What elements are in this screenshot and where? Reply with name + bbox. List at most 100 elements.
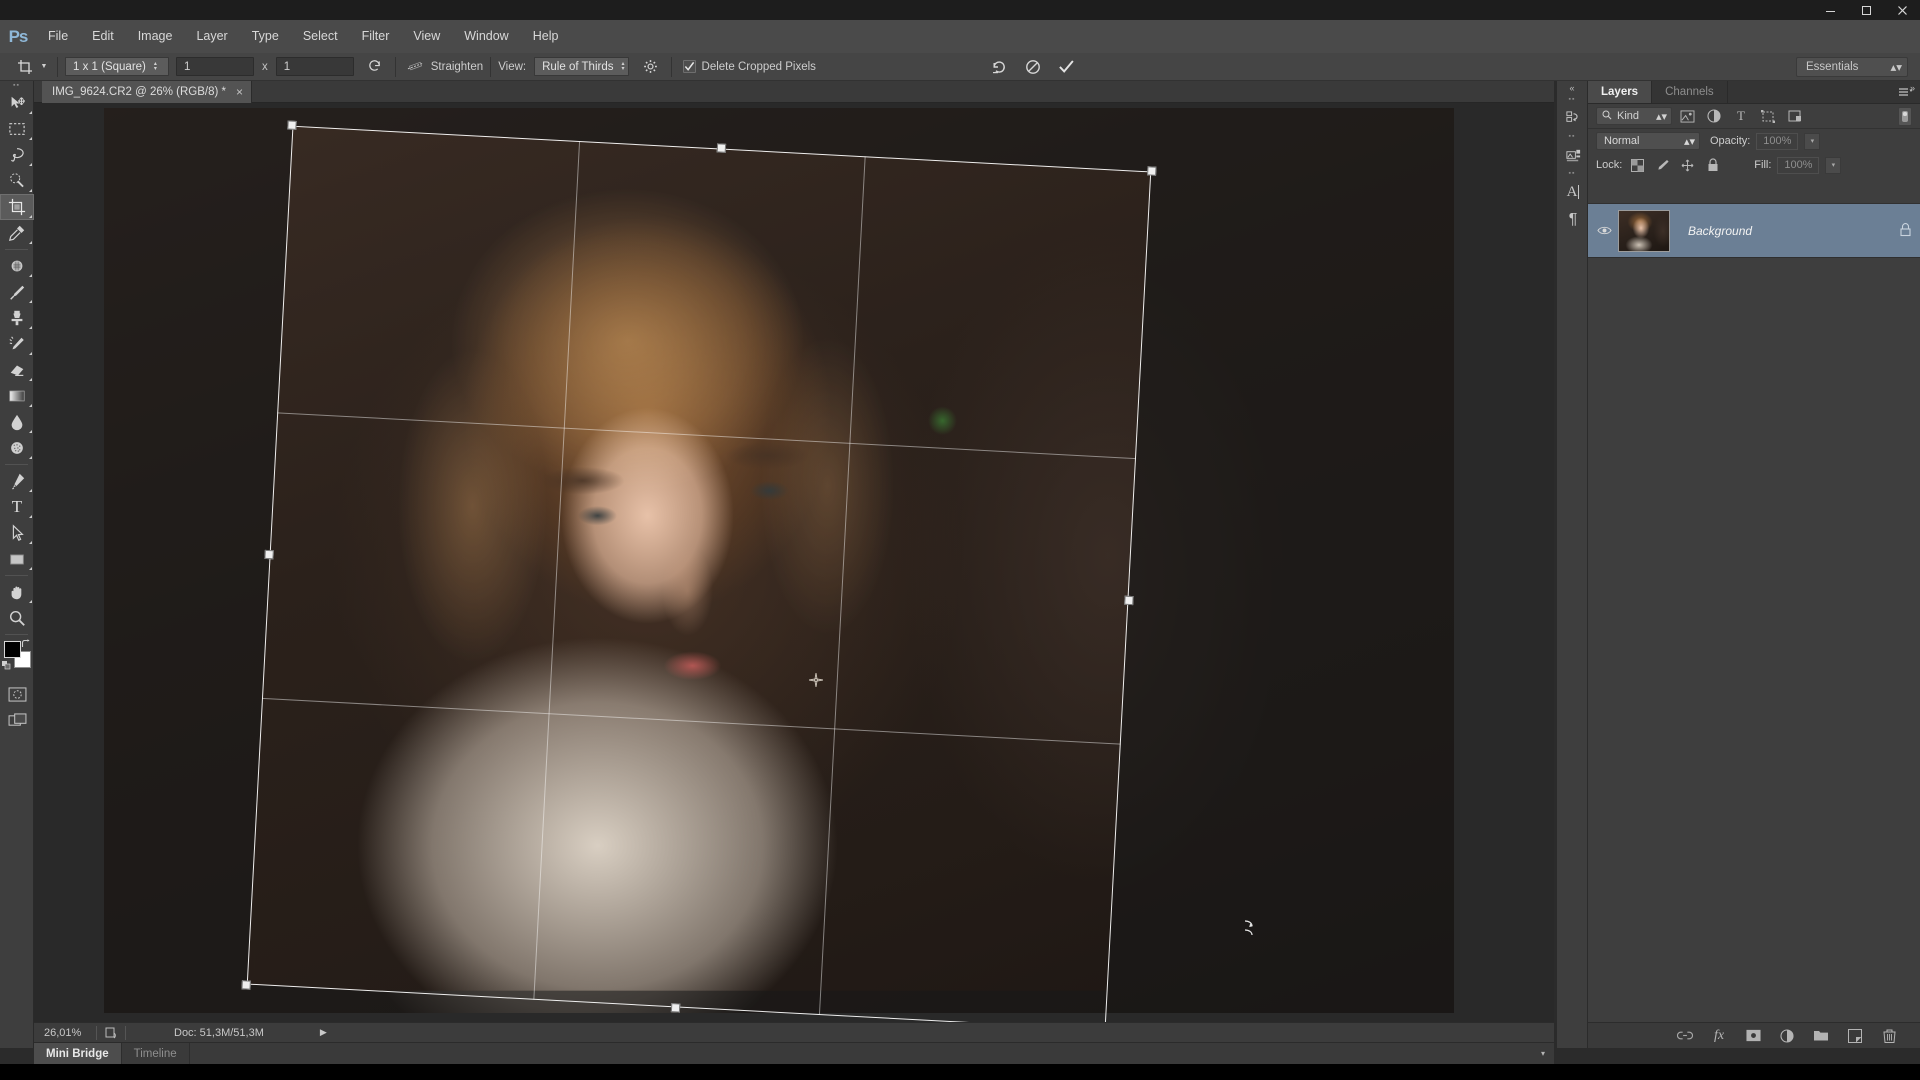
menu-type[interactable]: Type [240,20,291,53]
expand-dock-icon[interactable]: « [1557,81,1587,95]
gear-icon[interactable] [638,56,664,78]
crop-height-input[interactable]: 1 [275,57,354,76]
tool-clone-stamp[interactable] [0,305,34,331]
tool-spot-healing-brush[interactable] [0,253,34,279]
crop-handle-middle-left[interactable] [264,549,274,560]
fill-slider-chevron-down-icon[interactable]: ▾ [1825,156,1842,174]
commit-crop-button[interactable] [1054,56,1080,78]
crop-ratio-preset-select[interactable]: 1 x 1 (Square) ▴ ▾ [65,57,169,76]
crop-width-input[interactable]: 1 [176,57,254,76]
tool-lasso[interactable] [0,142,34,168]
tool-zoom[interactable] [0,605,34,631]
tab-mini-bridge[interactable]: Mini Bridge [34,1042,122,1065]
minimize-button[interactable] [1812,0,1848,20]
filter-pixel-icon[interactable] [1675,106,1699,126]
tool-move[interactable] [0,90,34,116]
menu-file[interactable]: File [36,20,80,53]
close-button[interactable] [1884,0,1920,20]
reset-crop-button[interactable] [986,56,1012,78]
tool-gradient[interactable] [0,383,34,409]
panel-menu-icon[interactable] [1899,87,1913,102]
crop-selection-box[interactable] [241,120,1157,1022]
straighten-label[interactable]: Straighten [431,61,483,73]
menu-view[interactable]: View [401,20,452,53]
layer-filter-kind-select[interactable]: Kind ▴▾ [1596,107,1672,125]
tool-type[interactable]: T [0,494,34,520]
document-preview-icon[interactable] [97,1027,125,1039]
tool-crop[interactable] [0,194,34,220]
swap-colors-icon[interactable] [21,639,31,649]
opacity-input[interactable]: 100% [1756,132,1799,150]
crop-overlay-select[interactable]: Rule of Thirds ▴ ▾ [534,57,629,76]
crop-handle-top-left[interactable] [287,120,297,130]
tool-dodge[interactable] [0,435,34,461]
layer-style-fx-icon[interactable]: fx [1710,1027,1728,1045]
character-panel-icon[interactable]: A [1557,178,1589,206]
menu-edit[interactable]: Edit [80,20,126,53]
quick-mask-toggle[interactable] [0,681,34,707]
filter-smart-object-icon[interactable] [1783,106,1807,126]
document-size-info[interactable]: Doc: 51,3M/51,3M [126,1027,264,1039]
tab-timeline[interactable]: Timeline [122,1042,190,1065]
lock-position-icon[interactable] [1678,156,1697,174]
tool-pen[interactable] [0,468,34,494]
filter-adjustment-icon[interactable] [1702,106,1726,126]
menu-help[interactable]: Help [521,20,571,53]
maximize-button[interactable] [1848,0,1884,20]
tab-channels[interactable]: Channels [1652,81,1728,103]
layer-name[interactable]: Background [1688,224,1752,238]
document-canvas[interactable] [104,108,1454,1022]
menu-select[interactable]: Select [291,20,350,53]
tool-path-selection[interactable] [0,520,34,546]
menu-layer[interactable]: Layer [184,20,239,53]
foreground-color-swatch[interactable] [4,641,21,658]
fill-input[interactable]: 100% [1777,156,1820,174]
delete-layer-icon[interactable] [1880,1027,1898,1045]
status-expand-icon[interactable]: ▶ [320,1027,327,1038]
panel-grip[interactable]: ▪▪ [1557,132,1587,141]
panel-grip[interactable]: ▪▪ [0,81,33,90]
filter-toggle-switch[interactable] [1898,106,1912,126]
tool-hand[interactable] [0,579,34,605]
crop-tool-icon[interactable] [12,56,38,78]
properties-panel-icon[interactable] [1557,141,1589,169]
rotation-center-icon[interactable] [808,672,824,688]
straighten-icon[interactable] [403,56,429,78]
new-adjustment-layer-icon[interactable] [1778,1027,1796,1045]
tool-blur[interactable] [0,409,34,435]
crop-handle-bottom-left[interactable] [241,980,251,990]
crop-handle-middle-right[interactable] [1124,595,1134,606]
new-group-icon[interactable] [1812,1027,1830,1045]
tool-brush[interactable] [0,279,34,305]
layer-list[interactable]: Background [1588,203,1920,1004]
link-layers-icon[interactable] [1676,1027,1694,1045]
reset-colors-icon[interactable] [2,661,11,670]
lock-image-pixels-icon[interactable] [1653,156,1672,174]
zoom-level-input[interactable]: 26,01% [34,1027,96,1039]
layer-visibility-eye-icon[interactable] [1592,225,1616,236]
new-layer-icon[interactable] [1846,1027,1864,1045]
add-layer-mask-icon[interactable] [1744,1027,1762,1045]
paragraph-panel-icon[interactable]: ¶ [1557,206,1589,234]
tool-rectangular-marquee[interactable] [0,116,34,142]
filter-type-icon[interactable]: T [1729,106,1753,126]
panel-grip[interactable]: ▪▪ [1557,169,1587,178]
layer-row-background[interactable]: Background [1588,204,1920,258]
screen-mode-button[interactable] [0,707,34,733]
tool-eyedropper[interactable] [0,220,34,246]
opacity-slider-chevron-down-icon[interactable]: ▾ [1804,132,1821,150]
tool-quick-selection[interactable] [0,168,34,194]
close-icon[interactable]: × [236,85,243,99]
menu-window[interactable]: Window [452,20,520,53]
cancel-crop-button[interactable] [1020,56,1046,78]
menu-image[interactable]: Image [126,20,185,53]
crop-handle-bottom-center[interactable] [670,1003,681,1013]
filter-shape-icon[interactable] [1756,106,1780,126]
panel-grip[interactable]: ▪▪ [1557,95,1587,104]
tab-layers[interactable]: Layers [1588,81,1653,103]
bottom-panel-chevron-down-icon[interactable]: ▾ [1541,1049,1554,1058]
tool-preset-chevron-down-icon[interactable]: ▼ [38,56,50,78]
lock-transparent-pixels-icon[interactable] [1628,156,1647,174]
crop-handle-top-right[interactable] [1147,166,1157,176]
crop-handle-top-center[interactable] [716,143,727,153]
